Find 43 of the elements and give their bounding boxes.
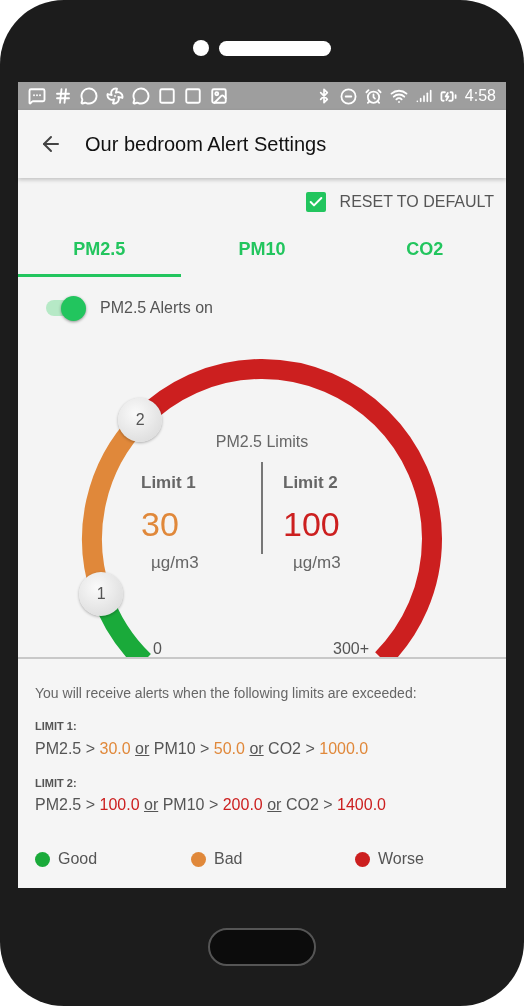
tab[interactable]: CO2	[343, 224, 506, 277]
alarm-icon	[364, 87, 382, 105]
alerts-label: PM2.5 Alerts on	[100, 298, 213, 318]
message-icon	[28, 87, 46, 105]
legend-label: Bad	[214, 849, 243, 869]
limit-label: Limit 2	[283, 472, 338, 494]
square-icon	[184, 87, 202, 105]
page-title: Our bedroom Alert Settings	[85, 132, 327, 157]
tab[interactable]: PM2.5	[18, 224, 181, 277]
gauge-title: PM2.5 Limits	[215, 432, 309, 452]
limit-heading: LIMIT 2:	[35, 775, 78, 791]
image-icon	[210, 87, 228, 105]
slider-handle[interactable]: 1	[79, 572, 124, 617]
reset-label: RESET TO DEFAULT	[339, 192, 494, 212]
slider-handle[interactable]: 2	[118, 398, 163, 443]
info-text: You will receive alerts when the following limits are exceeded:	[35, 684, 418, 703]
min-label: 0	[153, 639, 162, 657]
reset-checkbox[interactable]	[305, 192, 326, 212]
speaker-icon	[219, 40, 331, 56]
limit-value: 30	[141, 503, 179, 545]
legend-label: Good	[58, 849, 98, 869]
limit-condition: PM2.5 > 30.0 or PM10 > 50.0 or CO2 > 1000.0	[35, 738, 370, 759]
chat-icon	[132, 87, 150, 105]
hash-icon	[54, 87, 72, 105]
limit-condition: PM2.5 > 100.0 or PM10 > 200.0 or CO2 > 1400.0	[35, 795, 387, 815]
pinwheel-icon	[106, 87, 124, 105]
unit-label: µg/m3	[293, 551, 341, 574]
minus-circle-icon	[339, 87, 357, 105]
chat-icon	[80, 87, 98, 105]
square-icon	[158, 87, 176, 105]
wifi-icon	[389, 87, 408, 105]
limit-label: Limit 1	[141, 472, 196, 494]
signal-icon	[415, 88, 432, 104]
limit-value: 100	[283, 503, 340, 545]
max-label: 300+	[333, 639, 370, 657]
camera-icon	[193, 40, 209, 56]
alerts-toggle[interactable]	[44, 295, 86, 321]
clock-time: 4:58	[464, 86, 496, 106]
unit-label: µg/m3	[151, 551, 199, 574]
tab[interactable]: PM10	[180, 224, 344, 277]
legend-label: Worse	[378, 849, 424, 869]
home-button[interactable]	[208, 928, 316, 966]
limit-heading: LIMIT 1:	[35, 719, 78, 734]
